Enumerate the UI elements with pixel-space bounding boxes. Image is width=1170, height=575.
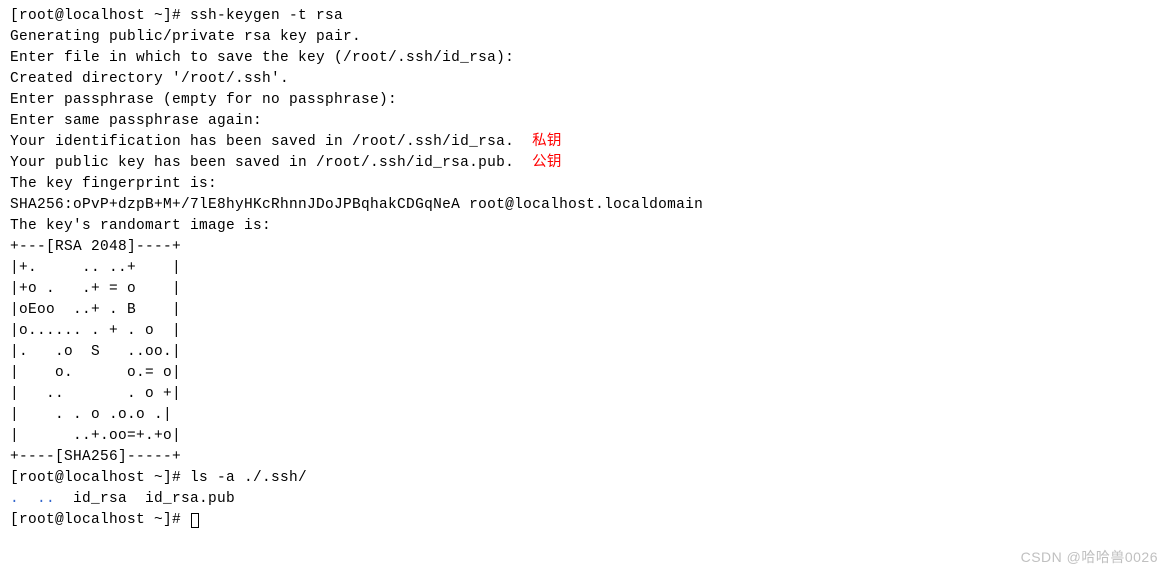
- watermark-text: CSDN @哈哈兽0026: [1021, 547, 1158, 567]
- randomart-row: |+. .. ..+ |: [10, 258, 1160, 279]
- terminal-output-line: Created directory '/root/.ssh'.: [10, 69, 1160, 90]
- typed-command: ssh-keygen -t rsa: [190, 8, 343, 24]
- terminal-output-line: Enter passphrase (empty for no passphras…: [10, 90, 1160, 111]
- randomart-row: | o. o.= o|: [10, 363, 1160, 384]
- randomart-row: | . . o .o.o .|: [10, 405, 1160, 426]
- randomart-border-top: +---[RSA 2048]----+: [10, 237, 1160, 258]
- shell-prompt: [root@localhost ~]#: [10, 8, 190, 24]
- ls-directories: . ..: [10, 491, 55, 507]
- terminal-output-line-public-key: Your public key has been saved in /root/…: [10, 153, 1160, 174]
- terminal-line-prompt-3[interactable]: [root@localhost ~]#: [10, 510, 1160, 531]
- terminal-output-line: Enter file in which to save the key (/ro…: [10, 48, 1160, 69]
- annotation-public-key: 公钥: [532, 155, 562, 171]
- randomart-row: | ..+.oo=+.+o|: [10, 426, 1160, 447]
- terminal-line-prompt-2: [root@localhost ~]# ls -a ./.ssh/: [10, 468, 1160, 489]
- randomart-row: | .. . o +|: [10, 384, 1160, 405]
- private-key-path: Your identification has been saved in /r…: [10, 134, 532, 150]
- terminal-output-line-private-key: Your identification has been saved in /r…: [10, 132, 1160, 153]
- terminal-output-line: Enter same passphrase again:: [10, 111, 1160, 132]
- randomart-row: |+o . .+ = o |: [10, 279, 1160, 300]
- terminal-output-line: The key fingerprint is:: [10, 174, 1160, 195]
- public-key-path: Your public key has been saved in /root/…: [10, 155, 532, 171]
- terminal-line-prompt-1: [root@localhost ~]# ssh-keygen -t rsa: [10, 6, 1160, 27]
- shell-prompt: [root@localhost ~]#: [10, 512, 190, 528]
- randomart-row: |o...... . + . o |: [10, 321, 1160, 342]
- terminal-output-line: Generating public/private rsa key pair.: [10, 27, 1160, 48]
- terminal-output-fingerprint: SHA256:oPvP+dzpB+M+/7lE8hyHKcRhnnJDoJPBq…: [10, 195, 1160, 216]
- typed-command: ls -a ./.ssh/: [190, 470, 307, 486]
- shell-prompt: [root@localhost ~]#: [10, 470, 190, 486]
- annotation-private-key: 私钥: [532, 134, 562, 150]
- ls-files: id_rsa id_rsa.pub: [55, 491, 235, 507]
- ls-output-line: . .. id_rsa id_rsa.pub: [10, 489, 1160, 510]
- terminal-output-line: The key's randomart image is:: [10, 216, 1160, 237]
- randomart-border-bottom: +----[SHA256]-----+: [10, 447, 1160, 468]
- randomart-row: |. .o S ..oo.|: [10, 342, 1160, 363]
- cursor-icon: [191, 513, 199, 528]
- randomart-row: |oEoo ..+ . B |: [10, 300, 1160, 321]
